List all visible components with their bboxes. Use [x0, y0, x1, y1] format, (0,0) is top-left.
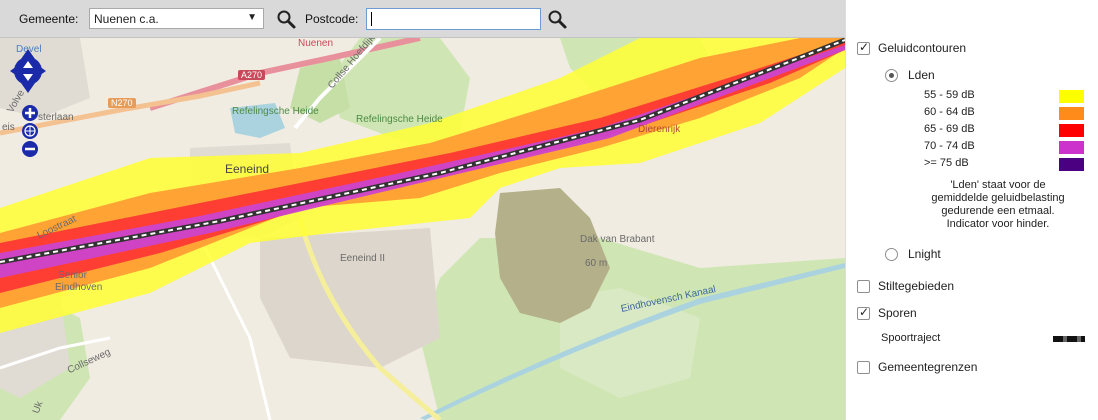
pan-south-icon — [21, 83, 35, 93]
gemeentegrenzen-toggle[interactable]: Gemeentegrenzen — [857, 360, 977, 374]
toolbar: Gemeente: Nuenen c.a. ▼ Postcode: — [0, 0, 845, 38]
layer-panel: Geluidcontouren Lden 55 - 59 dB 60 - 64 … — [845, 0, 1098, 420]
legend-swatch — [1059, 90, 1084, 103]
postcode-label: Postcode: — [305, 12, 359, 26]
lnight-option[interactable]: Lnight — [885, 247, 941, 261]
stiltegebieden-label: Stiltegebieden — [878, 279, 955, 293]
map-label-sterlaan: sterlaan — [38, 112, 74, 123]
lnight-label: Lnight — [908, 247, 941, 261]
gemeente-select[interactable]: Nuenen c.a. ▼ — [89, 8, 264, 29]
postcode-search-button[interactable] — [547, 9, 569, 31]
sporen-label: Sporen — [878, 306, 917, 320]
lden-option[interactable]: Lden — [885, 68, 935, 82]
map-label-dak-van-brabant: Dak van Brabant — [580, 234, 655, 245]
legend-row-70-74: 70 - 74 dB — [924, 140, 1084, 155]
zoom-control[interactable] — [19, 105, 41, 157]
map-label-senior: Senior — [58, 270, 87, 281]
app-window: Gemeente: Nuenen c.a. ▼ Postcode: Devel … — [0, 0, 1098, 420]
legend-row-55-59: 55 - 59 dB — [924, 89, 1084, 104]
gemeente-label: Gemeente: — [19, 12, 79, 26]
map-label-eeneind: Eeneind — [225, 162, 270, 176]
map-label-eeneind-ii: Eeneind II — [340, 253, 386, 264]
legend-row-75-plus: >= 75 dB — [924, 157, 1084, 172]
map-label-refelingse-heide: Refelingsche Heide — [232, 106, 319, 117]
legend-label: 55 - 59 dB — [924, 89, 975, 101]
geluidcontouren-checkbox[interactable] — [857, 40, 870, 55]
legend-swatch — [1059, 141, 1084, 154]
stiltegebieden-toggle[interactable]: Stiltegebieden — [857, 279, 954, 293]
legend-row-65-69: 65 - 69 dB — [924, 123, 1084, 138]
gemeente-select-value: Nuenen c.a. — [94, 12, 159, 26]
sporen-toggle[interactable]: Sporen — [857, 305, 917, 320]
gemeentegrenzen-checkbox[interactable] — [857, 360, 870, 374]
stiltegebieden-checkbox[interactable] — [857, 279, 870, 293]
map-canvas[interactable]: Devel A270 N270 Nuenen Refelingsche Heid… — [0, 38, 845, 420]
spoortraject-legend: Spoortraject — [881, 332, 940, 344]
map-label-n270: N270 — [108, 98, 136, 108]
map-label-refelingse-heide-2: Refelingsche Heide — [356, 114, 443, 125]
dropdown-arrow-icon: ▼ — [247, 12, 257, 23]
lnight-radio[interactable] — [885, 247, 898, 261]
legend-row-60-64: 60 - 64 dB — [924, 106, 1084, 121]
map-label-eindhoven: Eindhoven — [55, 282, 103, 293]
postcode-input[interactable] — [366, 8, 541, 30]
map-base-layer — [0, 38, 845, 420]
lden-radio[interactable] — [885, 68, 898, 82]
geluidcontouren-label: Geluidcontouren — [878, 41, 967, 55]
pan-north-icon — [21, 49, 35, 59]
map-label-dierenrijk: Dierenrijk — [638, 124, 681, 135]
lden-description: 'Lden' staat voor de gemiddelde geluidbe… — [931, 179, 1065, 230]
legend-swatch — [1059, 107, 1084, 120]
map-label-eis: eis — [2, 122, 15, 133]
pan-control[interactable] — [8, 46, 48, 96]
legend-label: 65 - 69 dB — [924, 123, 975, 135]
legend-swatch — [1059, 158, 1084, 171]
legend-label: 70 - 74 dB — [924, 140, 975, 152]
spoortraject-label: Spoortraject — [881, 332, 941, 344]
map-label-nuenen: Nuenen — [298, 38, 334, 49]
map-label-dak-height: 60 m — [585, 258, 608, 269]
sporen-checkbox[interactable] — [857, 305, 870, 320]
spoortraject-swatch — [1053, 336, 1085, 342]
legend-label: 60 - 64 dB — [924, 106, 975, 118]
gemeente-search-button[interactable] — [276, 9, 298, 31]
geluidcontouren-toggle[interactable]: Geluidcontouren — [857, 40, 967, 55]
legend-swatch — [1059, 124, 1084, 137]
map-label-a270: A270 — [238, 70, 266, 80]
lden-label: Lden — [908, 68, 935, 82]
gemeentegrenzen-label: Gemeentegrenzen — [878, 360, 978, 374]
legend-label: >= 75 dB — [924, 157, 969, 169]
